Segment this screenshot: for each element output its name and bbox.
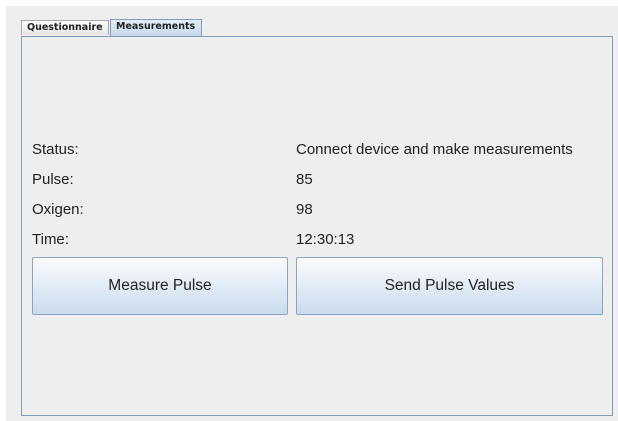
tab-measurements[interactable]: Measurements [110, 19, 202, 36]
status-row: Status: Connect device and make measurem… [22, 135, 612, 165]
status-label: Status: [32, 141, 79, 158]
measure-pulse-button[interactable]: Measure Pulse [32, 257, 288, 315]
oxygen-row: Oxigen: 98 [22, 195, 612, 225]
time-label: Time: [32, 231, 69, 248]
app-window: Questionnaire Measurements Status: Conne… [6, 6, 618, 421]
pulse-value: 85 [296, 171, 313, 188]
time-value: 12:30:13 [296, 231, 355, 248]
measurements-panel: Status: Connect device and make measurem… [21, 36, 613, 416]
time-row: Time: 12:30:13 [22, 225, 612, 255]
oxygen-value: 98 [296, 201, 313, 218]
send-pulse-values-button[interactable]: Send Pulse Values [296, 257, 603, 315]
tab-questionnaire[interactable]: Questionnaire [21, 20, 109, 35]
oxygen-label: Oxigen: [32, 201, 84, 218]
pulse-label: Pulse: [32, 171, 74, 188]
status-value: Connect device and make measurements [296, 141, 573, 158]
pulse-row: Pulse: 85 [22, 165, 612, 195]
